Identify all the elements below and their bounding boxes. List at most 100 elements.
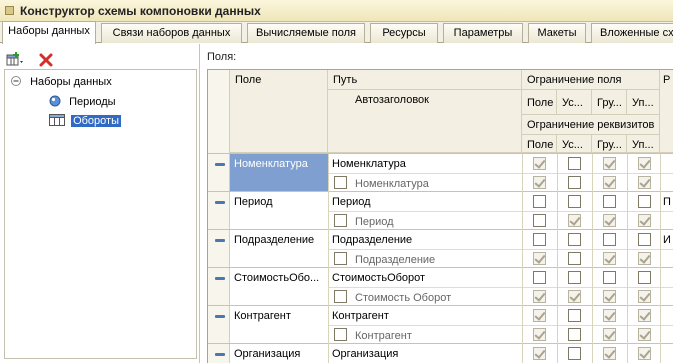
field-restriction-checkbox[interactable]	[568, 233, 581, 246]
collapse-icon[interactable]	[11, 76, 21, 86]
attr-restriction-checkbox[interactable]	[603, 328, 616, 341]
attr-restriction-checkbox[interactable]	[533, 290, 546, 303]
tab-datasets[interactable]: Наборы данных	[2, 21, 96, 44]
header-ar-condition[interactable]: Ус...	[557, 135, 592, 153]
tab-dataset-links[interactable]: Связи наборов данных	[101, 23, 242, 43]
header-field[interactable]: Поле	[230, 70, 328, 153]
field-path-cell[interactable]: СтоимостьОборот	[328, 268, 522, 288]
field-title-cell[interactable]: Номенклатура	[355, 174, 520, 191]
field-restriction-checkbox[interactable]	[568, 195, 581, 208]
autotitle-checkbox[interactable]	[334, 328, 347, 341]
field-path-cell[interactable]: Номенклатура	[328, 154, 522, 174]
field-restriction-checkbox[interactable]	[533, 157, 546, 170]
field-restriction-checkbox[interactable]	[533, 233, 546, 246]
attr-restriction-checkbox[interactable]	[533, 176, 546, 189]
field-path-cell[interactable]: Подразделение	[328, 230, 522, 250]
delete-icon[interactable]	[38, 52, 56, 68]
header-fr-condition[interactable]: Ус...	[557, 90, 592, 115]
field-restriction-checkbox[interactable]	[638, 195, 651, 208]
field-title-cell[interactable]: Подразделение	[355, 250, 520, 267]
tab-templates[interactable]: Макеты	[528, 23, 586, 43]
field-path-cell[interactable]: Организация	[328, 344, 522, 363]
add-dataset-icon[interactable]	[6, 52, 24, 68]
header-ar-group[interactable]: Гру...	[592, 135, 627, 153]
header-fr-order[interactable]: Уп...	[627, 90, 660, 115]
field-restriction-checkbox[interactable]	[568, 157, 581, 170]
column-line	[522, 154, 523, 363]
header-attr-restriction[interactable]: Ограничение реквизитов	[522, 115, 660, 135]
header-ar-field[interactable]: Поле	[522, 135, 557, 153]
attr-restriction-checkbox[interactable]	[638, 176, 651, 189]
tab-resources[interactable]: Ресурсы	[370, 23, 438, 43]
field-restriction-checkbox[interactable]	[603, 271, 616, 284]
field-path-cell[interactable]: Контрагент	[328, 306, 522, 326]
tree-item-turnovers[interactable]: Обороты	[49, 113, 122, 129]
attr-restriction-checkbox[interactable]	[603, 176, 616, 189]
attr-restriction-checkbox[interactable]	[603, 290, 616, 303]
field-restriction-checkbox[interactable]	[638, 347, 651, 360]
field-restriction-checkbox[interactable]	[603, 309, 616, 322]
header-autotitle[interactable]: Автозаголовок	[328, 90, 522, 153]
tree-root-label: Наборы данных	[30, 76, 112, 88]
autotitle-checkbox[interactable]	[334, 252, 347, 265]
attr-restriction-checkbox[interactable]	[568, 290, 581, 303]
field-name-cell[interactable]: Контрагент	[230, 306, 328, 325]
field-title-cell[interactable]: Период	[355, 212, 520, 229]
field-path-cell[interactable]: Период	[328, 192, 522, 212]
tab-calculated-fields[interactable]: Вычисляемые поля	[247, 23, 365, 43]
field-name-cell[interactable]: Номенклатура	[230, 154, 328, 192]
attr-restriction-checkbox[interactable]	[638, 214, 651, 227]
tree-item-label: Обороты	[70, 114, 122, 128]
header-ar-order[interactable]: Уп...	[627, 135, 660, 153]
attr-restriction-checkbox[interactable]	[568, 214, 581, 227]
field-restriction-checkbox[interactable]	[603, 195, 616, 208]
field-restriction-checkbox[interactable]	[533, 309, 546, 322]
tab-parameters[interactable]: Параметры	[443, 23, 523, 43]
field-restriction-checkbox[interactable]	[568, 271, 581, 284]
field-restriction-checkbox[interactable]	[533, 347, 546, 360]
field-restriction-checkbox[interactable]	[638, 157, 651, 170]
field-title-cell[interactable]: Контрагент	[355, 326, 520, 343]
field-title-cell[interactable]: Стоимость Оборот	[355, 288, 520, 305]
field-name-cell[interactable]: Период	[230, 192, 328, 211]
attr-restriction-checkbox[interactable]	[638, 328, 651, 341]
attr-restriction-checkbox[interactable]	[603, 252, 616, 265]
field-restriction-checkbox[interactable]	[638, 309, 651, 322]
field-restriction-checkbox[interactable]	[638, 271, 651, 284]
header-path[interactable]: Путь	[328, 70, 522, 90]
field-restriction-checkbox[interactable]	[603, 157, 616, 170]
field-restriction-checkbox[interactable]	[568, 347, 581, 360]
attr-restriction-checkbox[interactable]	[568, 176, 581, 189]
autotitle-checkbox[interactable]	[334, 176, 347, 189]
autotitle-checkbox[interactable]	[334, 290, 347, 303]
attr-restriction-checkbox[interactable]	[568, 328, 581, 341]
attr-restriction-checkbox[interactable]	[568, 252, 581, 265]
attr-restriction-checkbox[interactable]	[533, 328, 546, 341]
attr-restriction-checkbox[interactable]	[533, 252, 546, 265]
field-restriction-checkbox[interactable]	[568, 309, 581, 322]
attr-restriction-checkbox[interactable]	[638, 290, 651, 303]
field-name-cell[interactable]: Организация	[230, 344, 328, 363]
field-name-cell[interactable]: СтоимостьОбо...	[230, 268, 328, 287]
header-fr-field[interactable]: Поле	[522, 90, 557, 115]
field-restriction-checkbox[interactable]	[533, 195, 546, 208]
field-name-cell[interactable]: Подразделение	[230, 230, 328, 249]
header-extra[interactable]: Р	[660, 70, 673, 153]
attr-restriction-checkbox[interactable]	[638, 252, 651, 265]
field-restriction-checkbox[interactable]	[603, 347, 616, 360]
autotitle-checkbox[interactable]	[334, 214, 347, 227]
field-restriction-checkbox[interactable]	[638, 233, 651, 246]
header-field-restriction[interactable]: Ограничение поля	[522, 70, 660, 90]
extra-cell: П	[663, 196, 671, 208]
tab-nested-schemas[interactable]: Вложенные сх	[591, 23, 673, 43]
field-restriction-checkbox[interactable]	[533, 271, 546, 284]
tree-root-datasets[interactable]: Наборы данных	[11, 74, 112, 90]
attr-restriction-checkbox[interactable]	[603, 214, 616, 227]
datasets-tree: Наборы данных Периоды Обороты	[4, 69, 197, 359]
field-restriction-checkbox[interactable]	[603, 233, 616, 246]
row-marker-icon	[215, 239, 225, 242]
attr-restriction-checkbox[interactable]	[533, 214, 546, 227]
tree-item-periods[interactable]: Периоды	[49, 94, 116, 110]
header-fr-group[interactable]: Гру...	[592, 90, 627, 115]
query-dataset-icon	[49, 95, 61, 107]
